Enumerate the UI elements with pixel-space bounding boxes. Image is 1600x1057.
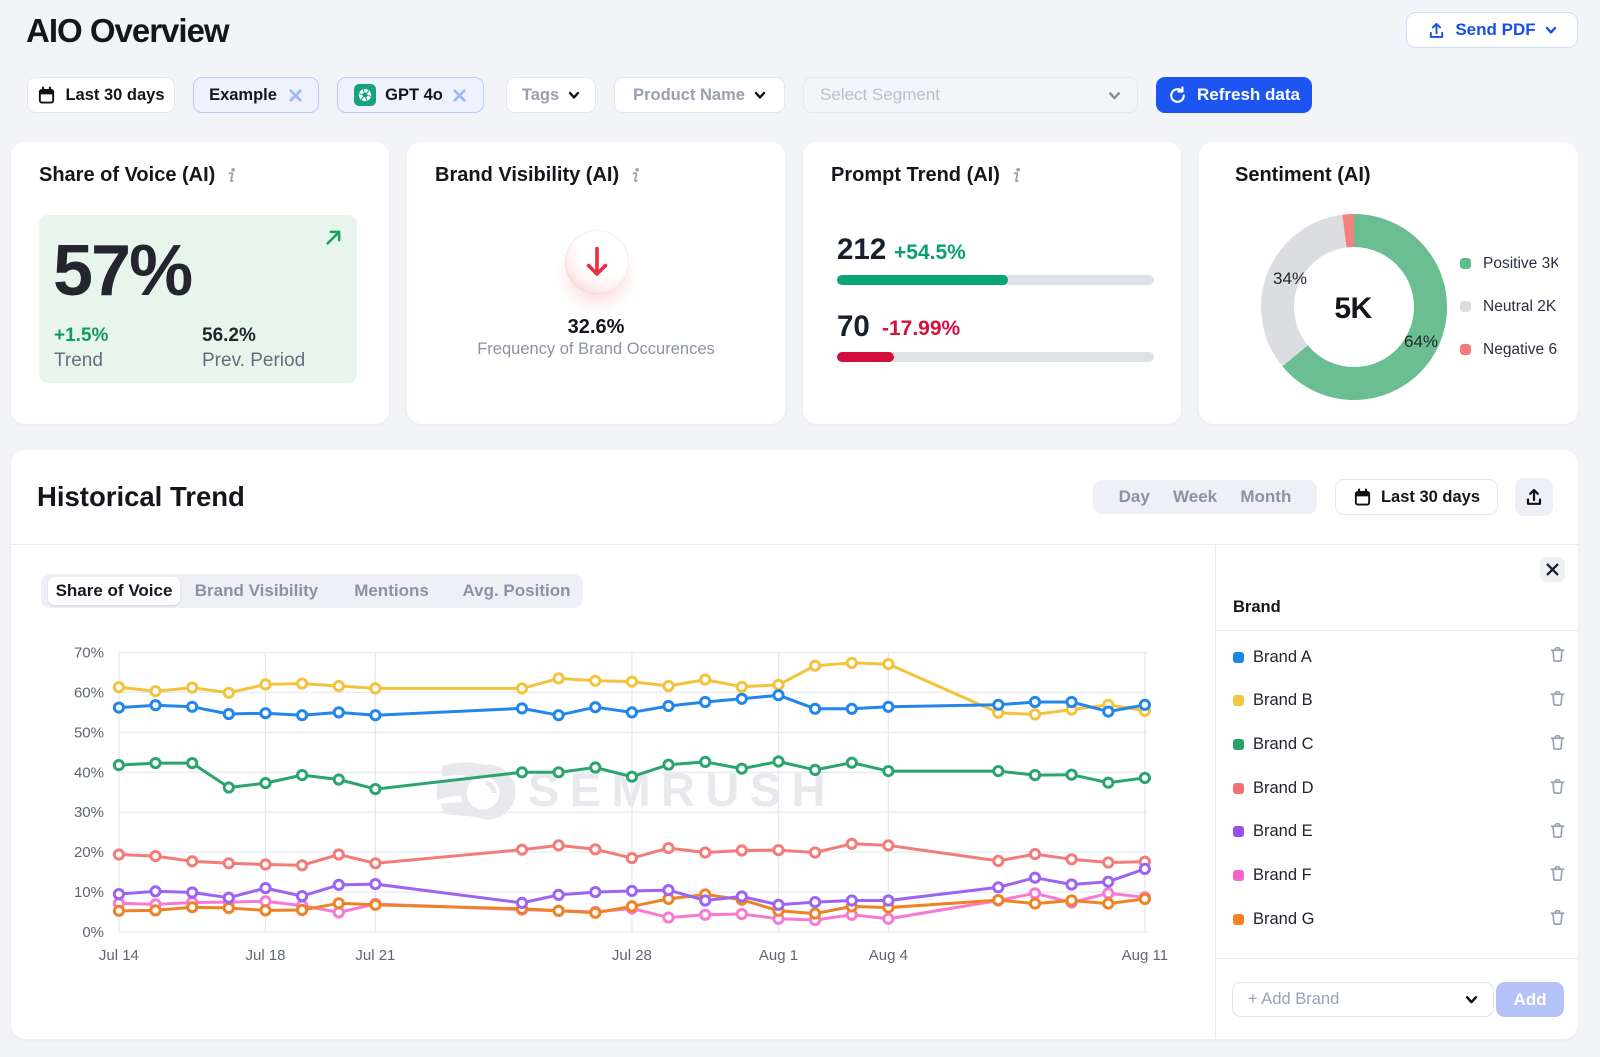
svg-text:10%: 10% [74, 884, 104, 901]
svg-text:20%: 20% [74, 844, 104, 861]
svg-text:50%: 50% [74, 724, 104, 741]
svg-text:0%: 0% [82, 924, 104, 941]
svg-text:Aug 11: Aug 11 [1122, 947, 1168, 964]
svg-text:70%: 70% [74, 645, 104, 662]
svg-text:Jul 28: Jul 28 [612, 947, 652, 964]
svg-text:Jul 14: Jul 14 [99, 947, 139, 964]
svg-text:Aug 1: Aug 1 [759, 947, 798, 964]
svg-text:Jul 21: Jul 21 [355, 947, 395, 964]
svg-text:Jul 18: Jul 18 [245, 947, 285, 964]
svg-text:60%: 60% [74, 684, 104, 701]
svg-text:40%: 40% [74, 764, 104, 781]
svg-text:30%: 30% [74, 804, 104, 821]
svg-text:Aug 4: Aug 4 [869, 947, 908, 964]
